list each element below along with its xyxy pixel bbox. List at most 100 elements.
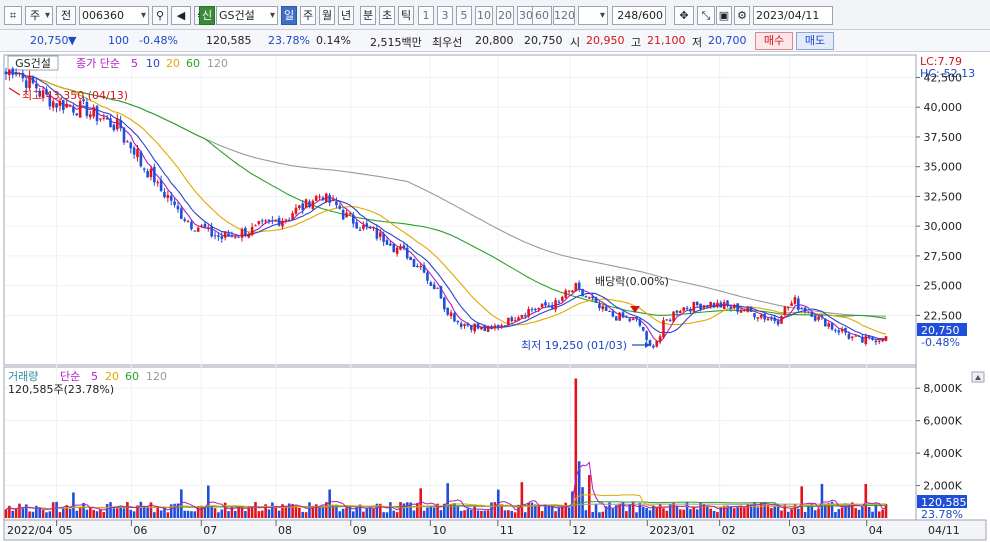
volume-bar xyxy=(99,509,102,518)
volume-bar xyxy=(260,510,264,518)
period-week-tab[interactable]: 주 xyxy=(300,6,316,25)
volume-bar xyxy=(48,511,52,518)
candle-body xyxy=(203,223,207,228)
candle-body xyxy=(459,323,463,327)
stock-code-input[interactable]: 006360 xyxy=(79,6,149,25)
interval-select[interactable] xyxy=(578,6,608,25)
candle-body xyxy=(355,222,358,229)
candle-body xyxy=(99,118,102,120)
volume-bar xyxy=(689,509,692,518)
volume-ma5-legend[interactable]: 5 xyxy=(91,370,98,383)
volume-bar xyxy=(432,507,436,518)
save-icon[interactable]: ▣ xyxy=(716,6,732,25)
ma20-legend[interactable]: 20 xyxy=(166,57,180,70)
gear-icon[interactable]: ⚙ xyxy=(734,6,750,25)
best-bid: 20,750 xyxy=(524,34,563,47)
data-count-value: 248 xyxy=(617,9,639,22)
candle-body xyxy=(169,195,173,201)
speaker-icon[interactable]: ◀ xyxy=(171,6,191,25)
candle-body xyxy=(314,196,318,201)
ma120-legend[interactable]: 120 xyxy=(207,57,228,70)
candle-body xyxy=(783,306,787,315)
interval-1-button[interactable]: 1 xyxy=(418,6,434,25)
volume-ma120-legend[interactable]: 120 xyxy=(146,370,167,383)
candle-body xyxy=(321,197,325,200)
volume-bar xyxy=(510,510,514,518)
candle-body xyxy=(65,103,68,108)
volume-bar xyxy=(163,508,166,518)
period-day-tab[interactable]: 일 xyxy=(281,6,297,25)
volume-bar xyxy=(190,511,193,518)
interval-5-button[interactable]: 5 xyxy=(456,6,472,25)
search-icon[interactable]: ⚲ xyxy=(152,6,168,25)
chart-tool-icon[interactable]: ⤡ xyxy=(697,6,715,25)
volume-bar xyxy=(88,507,92,518)
volume-bar xyxy=(800,486,804,518)
candle-body xyxy=(294,207,298,214)
window-icon[interactable]: ⌗ xyxy=(4,6,22,25)
ma10-legend[interactable]: 10 xyxy=(146,57,160,70)
time-tick-label: 04 xyxy=(869,524,883,537)
period-minute-tab[interactable]: 분 xyxy=(360,6,376,25)
data-count-field[interactable]: 248/600 xyxy=(612,6,666,25)
volume-ma60-legend[interactable]: 60 xyxy=(125,370,139,383)
high-annotation: 최고 43,350 (04/13) xyxy=(22,89,128,102)
volume-bar xyxy=(308,502,311,518)
interval-60-button[interactable]: 60 xyxy=(532,6,552,25)
period-year-tab[interactable]: 년 xyxy=(338,6,354,25)
candle-body xyxy=(338,205,342,209)
candle-body xyxy=(298,205,301,209)
volume-bar xyxy=(426,507,429,518)
volume-bar xyxy=(523,512,527,518)
candle-body xyxy=(132,147,136,155)
volume-axis: 8,000K 6,000K 4,000K 2,000K xyxy=(916,382,963,493)
price-change: 100 xyxy=(108,34,129,47)
candle-body xyxy=(682,307,686,311)
interval-10-button[interactable]: 10 xyxy=(475,6,493,25)
period-month-tab[interactable]: 월 xyxy=(319,6,335,25)
volume-bar xyxy=(186,510,190,518)
interval-3-button[interactable]: 3 xyxy=(437,6,453,25)
current-price: 20,750 xyxy=(30,34,69,47)
volume-bar xyxy=(153,512,156,518)
candle-body xyxy=(695,301,699,306)
ma60-legend[interactable]: 60 xyxy=(186,57,200,70)
candle-body xyxy=(159,179,163,191)
volume-ma20-legend[interactable]: 20 xyxy=(105,370,119,383)
candle-body xyxy=(399,246,402,250)
market-type-select[interactable]: 주 xyxy=(25,6,53,25)
interval-20-button[interactable]: 20 xyxy=(496,6,514,25)
candle-body xyxy=(166,195,170,198)
prev-button[interactable]: 전 xyxy=(56,6,76,25)
volume-bar xyxy=(857,509,861,518)
candle-body xyxy=(318,196,321,198)
volume-bar xyxy=(480,510,483,518)
interval-120-button[interactable]: 120 xyxy=(553,6,575,25)
volume-bar xyxy=(513,512,517,518)
candle-body xyxy=(601,305,605,310)
open-label: 시 xyxy=(570,36,581,49)
date-field[interactable]: 2023/04/11 xyxy=(753,6,833,25)
period-tick-tab[interactable]: 틱 xyxy=(398,6,414,25)
candle-body xyxy=(759,314,763,318)
candle-body xyxy=(867,335,871,338)
candle-body xyxy=(186,220,190,222)
candle-body xyxy=(196,227,200,232)
zoom-icon[interactable]: ✥ xyxy=(674,6,694,25)
volume-bar xyxy=(220,509,224,518)
candle-body xyxy=(675,310,679,313)
buy-button[interactable]: 매수 xyxy=(755,32,793,50)
stock-chart[interactable]: GS건설 종가 단순 5 10 20 60 120 LC:7.79 HC:-52… xyxy=(0,52,990,542)
candle-body xyxy=(591,296,594,299)
volume-bar xyxy=(126,502,129,518)
stock-name-input[interactable]: GS건설 xyxy=(216,6,278,25)
volume-bar xyxy=(871,511,874,518)
sell-button[interactable]: 매도 xyxy=(796,32,834,50)
ma5-legend[interactable]: 5 xyxy=(131,57,138,70)
volume-bar xyxy=(294,505,298,518)
stock-name-value: GS건설 xyxy=(219,9,255,22)
volume-bar xyxy=(837,509,841,518)
period-second-tab[interactable]: 초 xyxy=(379,6,395,25)
candle-body xyxy=(257,221,261,224)
volume-bar xyxy=(861,506,864,518)
